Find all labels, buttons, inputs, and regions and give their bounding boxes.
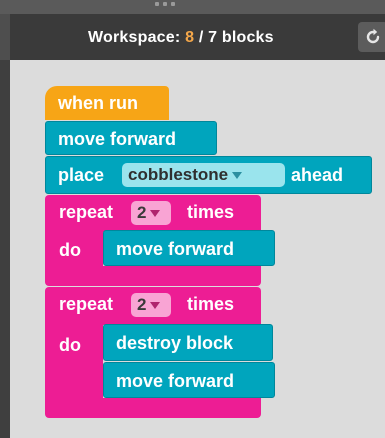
repeat-block-2-do-arm: do bbox=[45, 325, 103, 403]
move-forward-block[interactable]: move forward bbox=[103, 230, 275, 266]
block-type-value: cobblestone bbox=[128, 165, 229, 184]
move-forward-block[interactable]: move forward bbox=[45, 121, 217, 155]
toolbox-edge bbox=[0, 60, 10, 438]
move-forward-label: move forward bbox=[116, 371, 235, 391]
workspace-title: Workspace: 8 / 7 blocks bbox=[88, 29, 274, 47]
repeat-block-2-bottom bbox=[45, 398, 261, 418]
repeat-label: repeat bbox=[59, 294, 114, 314]
code-workspace[interactable]: when run move forward place cobblestone … bbox=[10, 60, 385, 438]
repeat-block-1[interactable]: repeat 2 times bbox=[45, 195, 261, 232]
when-run-block[interactable]: when run bbox=[45, 86, 169, 120]
ahead-label: ahead bbox=[291, 165, 344, 185]
do-label: do bbox=[59, 335, 81, 355]
workspace-title-suffix: / 7 blocks bbox=[194, 29, 274, 46]
times-label: times bbox=[187, 202, 235, 222]
place-label: place bbox=[58, 165, 105, 185]
repeat-count-dropdown[interactable]: 2 bbox=[131, 201, 171, 225]
workspace-header: Workspace: 8 / 7 blocks bbox=[10, 14, 385, 61]
destroy-block-label: destroy block bbox=[116, 333, 234, 353]
repeat-block-1-bottom bbox=[45, 266, 261, 286]
blocks-used-count: 8 bbox=[185, 29, 195, 46]
reset-icon bbox=[366, 28, 380, 44]
dropdown-arrow-icon bbox=[150, 302, 161, 310]
move-forward-block[interactable]: move forward bbox=[103, 362, 275, 398]
do-label: do bbox=[59, 240, 81, 260]
panel-resize-strip[interactable] bbox=[0, 0, 385, 14]
repeat-count-value: 2 bbox=[137, 203, 147, 222]
when-run-label: when run bbox=[58, 93, 138, 113]
repeat-count-value: 2 bbox=[137, 295, 147, 314]
repeat-count-dropdown[interactable]: 2 bbox=[131, 293, 171, 317]
repeat-label: repeat bbox=[59, 202, 114, 222]
reset-workspace-button[interactable] bbox=[358, 22, 385, 52]
move-forward-label: move forward bbox=[58, 129, 177, 149]
dropdown-arrow-icon bbox=[232, 172, 243, 180]
times-label: times bbox=[187, 294, 235, 314]
repeat-block-2[interactable]: repeat 2 times bbox=[45, 287, 261, 325]
destroy-block-block[interactable]: destroy block bbox=[103, 324, 273, 361]
resize-grip-icon[interactable] bbox=[150, 0, 180, 8]
move-forward-label: move forward bbox=[116, 239, 235, 259]
workspace-title-prefix: Workspace: bbox=[88, 29, 186, 46]
place-block-ahead-block[interactable]: place cobblestone ahead bbox=[45, 156, 372, 194]
dropdown-arrow-icon bbox=[150, 210, 161, 218]
block-type-dropdown[interactable]: cobblestone bbox=[122, 163, 285, 187]
